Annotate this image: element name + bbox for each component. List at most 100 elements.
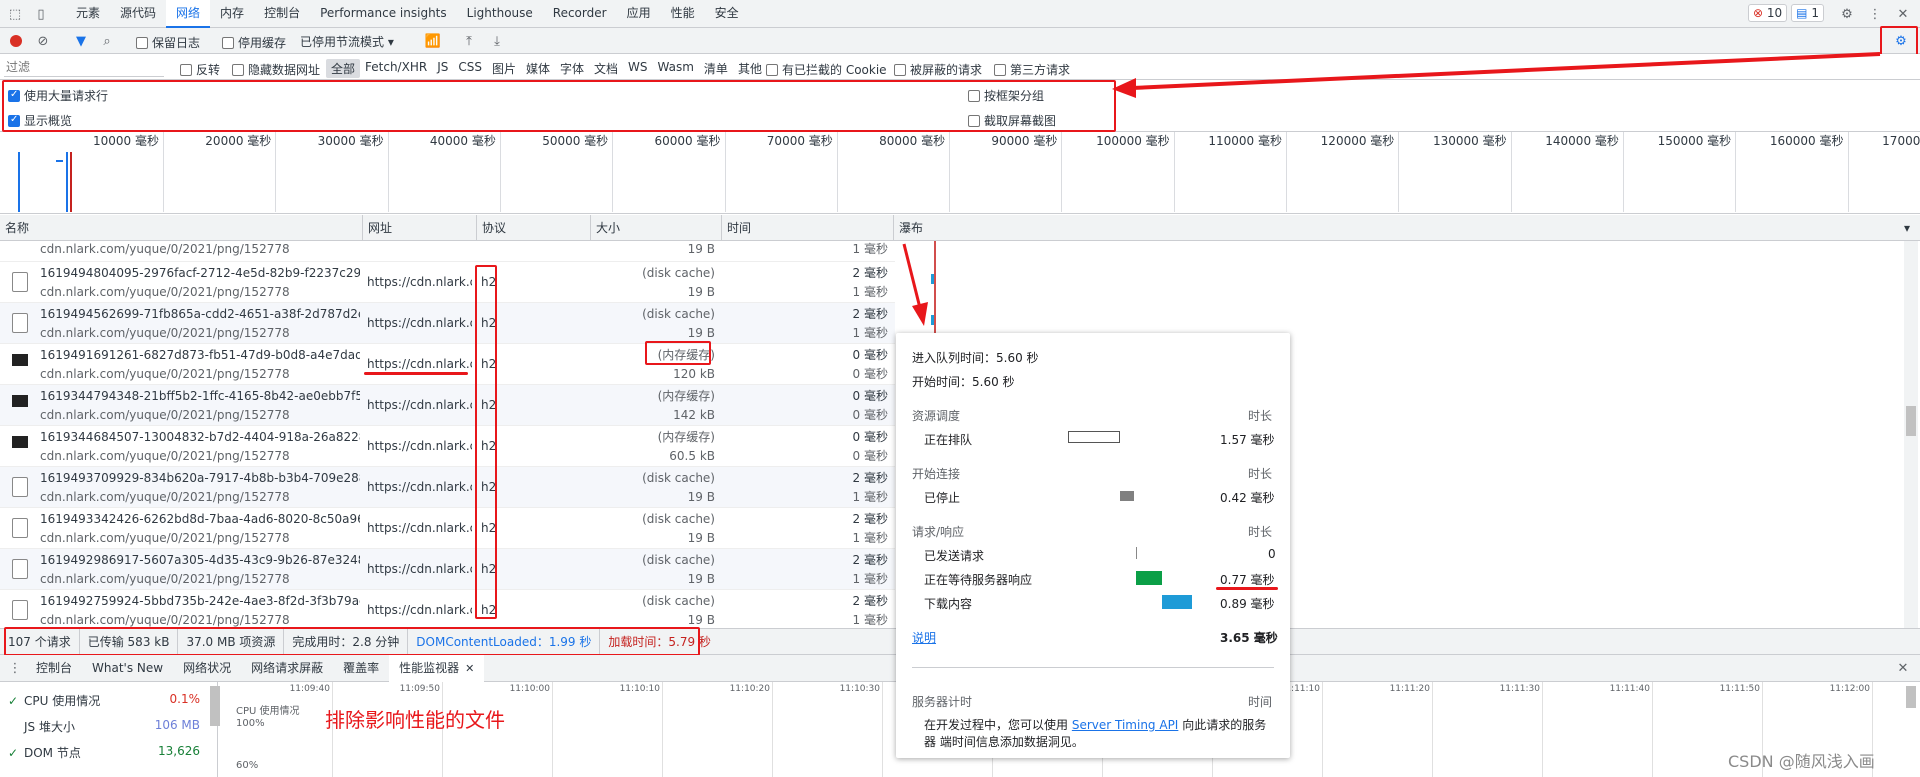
blocked-cookies-checkbox[interactable]: 有已拦截的 Cookie [766,61,887,78]
filter-type-4[interactable]: 图片 [487,59,521,78]
table-row[interactable]: 1619344794348-21bff5b2-1ffc-4165-8b42-ae… [0,385,895,426]
blocked-cookies-box[interactable] [766,63,778,76]
network-conditions-icon[interactable]: 📶 [424,32,442,50]
table-row[interactable]: 1619494804095-2976facf-2712-4e5d-82b9-f2… [0,262,895,303]
row-size: 142 kB [673,408,715,422]
metrics-scrollbar[interactable] [210,686,220,726]
perf-metric[interactable]: ✓ DOM 节点 13,626 [8,744,200,761]
filter-type-8[interactable]: WS [623,59,652,78]
tab-7[interactable]: Recorder [543,0,617,28]
close-drawer-icon[interactable]: ✕ [1894,659,1912,677]
drawer-menu-icon[interactable]: ⋮ [6,659,24,677]
row-name: 1619492986917-5607a305-4d35-43c9-9b26-87… [40,553,360,567]
row-time: 2 毫秒 [852,471,888,485]
table-row[interactable]: 1619344684507-13004832-b7d2-4404-918a-26… [0,426,895,467]
hide-data-urls-box[interactable] [232,63,244,76]
column-protocol[interactable]: 协议 [477,215,591,241]
third-party-box[interactable] [994,63,1006,76]
tab-6[interactable]: Lighthouse [457,0,543,28]
waiting-bar [1136,571,1162,585]
table-row[interactable]: 1619492986917-5607a305-4d35-43c9-9b26-87… [0,549,895,590]
device-toolbar-icon[interactable]: ▯ [32,5,50,23]
devtools-settings-icon[interactable]: ⚙ [1838,5,1856,23]
filter-icon[interactable]: ▼ [72,32,90,50]
row-domain: cdn.nlark.com/yuque/0/2021/png/152778 [40,408,290,422]
scrollbar-thumb[interactable] [1906,406,1916,436]
import-har-icon[interactable]: ⤒ [460,32,478,50]
drawer-tab-0[interactable]: 控制台 [26,655,82,682]
tab-5[interactable]: Performance insights [310,0,457,28]
table-row[interactable]: cdn.nlark.com/yuque/0/2021/png/152778 19… [0,241,895,262]
perf-metrics-list: ✓ CPU 使用情况 0.1% JS 堆大小 106 MB ✓ DOM 节点 13,626 [0,682,218,777]
overview-tick: 130000 毫秒 [1400,132,1512,212]
tab-8[interactable]: 应用 [617,0,661,28]
export-har-icon[interactable]: ⤓ [488,32,506,50]
tab-0[interactable]: 元素 [66,0,110,28]
filter-type-10[interactable]: 清单 [699,59,733,78]
disable-cache-checkbox[interactable]: 停用缓存 [222,34,286,51]
filter-type-1[interactable]: Fetch/XHR [360,59,432,78]
table-row[interactable]: 1619494562699-71fb865a-cdd2-4651-a38f-2d… [0,303,895,344]
tab-3[interactable]: 内存 [210,0,254,28]
message-badge[interactable]: ▤ 1 [1791,4,1824,22]
drawer-tab-2[interactable]: 网络状况 [173,655,241,682]
hide-data-urls-checkbox[interactable]: 隐藏数据网址 [232,61,320,78]
error-badge[interactable]: ⊗ 10 [1748,4,1788,22]
table-row[interactable]: 1619493709929-834b620a-7917-4b8b-b3b4-70… [0,467,895,508]
preserve-log-box[interactable] [136,36,148,49]
filter-type-7[interactable]: 文档 [589,59,623,78]
filter-type-9[interactable]: Wasm [653,59,699,78]
close-tab-icon[interactable]: ✕ [465,662,474,675]
tab-2[interactable]: 网络 [166,0,211,28]
filter-input[interactable] [4,57,164,77]
column-url[interactable]: 网址 [363,215,477,241]
throttling-select[interactable]: 已停用节流模式 ▾ [300,33,394,50]
blocked-requests-box[interactable] [894,63,906,76]
table-row[interactable]: 1619491691261-6827d873-fb51-47d9-b0d8-a4… [0,344,895,385]
drawer-tab-4[interactable]: 覆盖率 [333,655,389,682]
blocked-requests-checkbox[interactable]: 被屏蔽的请求 [894,61,982,78]
invert-box[interactable] [180,63,192,76]
image-thumbnail-icon [12,436,28,448]
table-row[interactable]: 1619492759924-5bbd735b-242e-4ae3-8f2d-3f… [0,590,895,628]
drawer-tab-3[interactable]: 网络请求屏蔽 [241,655,333,682]
filter-type-5[interactable]: 媒体 [521,59,555,78]
third-party-checkbox[interactable]: 第三方请求 [994,61,1070,78]
column-name[interactable]: 名称 [0,215,363,241]
perf-metric[interactable]: JS 堆大小 106 MB [8,718,200,735]
filter-type-2[interactable]: JS [432,59,453,78]
tab-1[interactable]: 源代码 [110,0,166,28]
filter-type-6[interactable]: 字体 [555,59,589,78]
drawer-tab-1[interactable]: What's New [82,655,173,682]
server-timing-link[interactable]: Server Timing API [1072,718,1179,732]
search-icon[interactable]: ⌕ [98,32,116,50]
perf-gridline [1322,682,1323,777]
perf-metric-label: JS 堆大小 [24,720,75,734]
more-options-icon[interactable]: ⋮ [1866,5,1884,23]
network-overview[interactable]: 10000 毫秒 20000 毫秒 30000 毫秒 40000 毫秒 50000 毫秒… [0,132,1920,214]
scrollbar[interactable] [1904,241,1918,628]
invert-checkbox[interactable]: 反转 [180,61,220,78]
clear-icon[interactable]: ⊘ [34,32,52,50]
filter-type-3[interactable]: CSS [453,59,487,78]
table-row[interactable]: 1619493342426-6262bd8d-7baa-4ad6-8020-8c… [0,508,895,549]
perf-scrollbar[interactable] [1906,686,1916,708]
column-time[interactable]: 时间 [722,215,894,241]
disable-cache-box[interactable] [222,36,234,49]
tab-10[interactable]: 安全 [705,0,749,28]
filter-type-0[interactable]: 全部 [326,59,361,78]
tab-9[interactable]: 性能 [661,0,705,28]
tab-4[interactable]: 控制台 [254,0,310,28]
record-icon[interactable] [10,35,22,47]
drawer-tab-5[interactable]: 性能监视器 ✕ [389,655,485,682]
inspect-element-icon[interactable]: ⬚ [6,5,24,23]
column-size[interactable]: 大小 [591,215,722,241]
preserve-log-checkbox[interactable]: 保留日志 [136,34,200,51]
filter-type-11[interactable]: 其他 [733,59,767,78]
row-time: 1 毫秒 [852,242,888,256]
close-devtools-icon[interactable]: ✕ [1894,5,1912,23]
timing-explanation-link[interactable]: 说明 [912,629,936,646]
perf-metric[interactable]: ✓ CPU 使用情况 0.1% [8,692,200,709]
column-waterfall[interactable]: 瀑布 ▾ [894,215,1920,241]
timing-stalled: 已停止 [924,491,961,505]
